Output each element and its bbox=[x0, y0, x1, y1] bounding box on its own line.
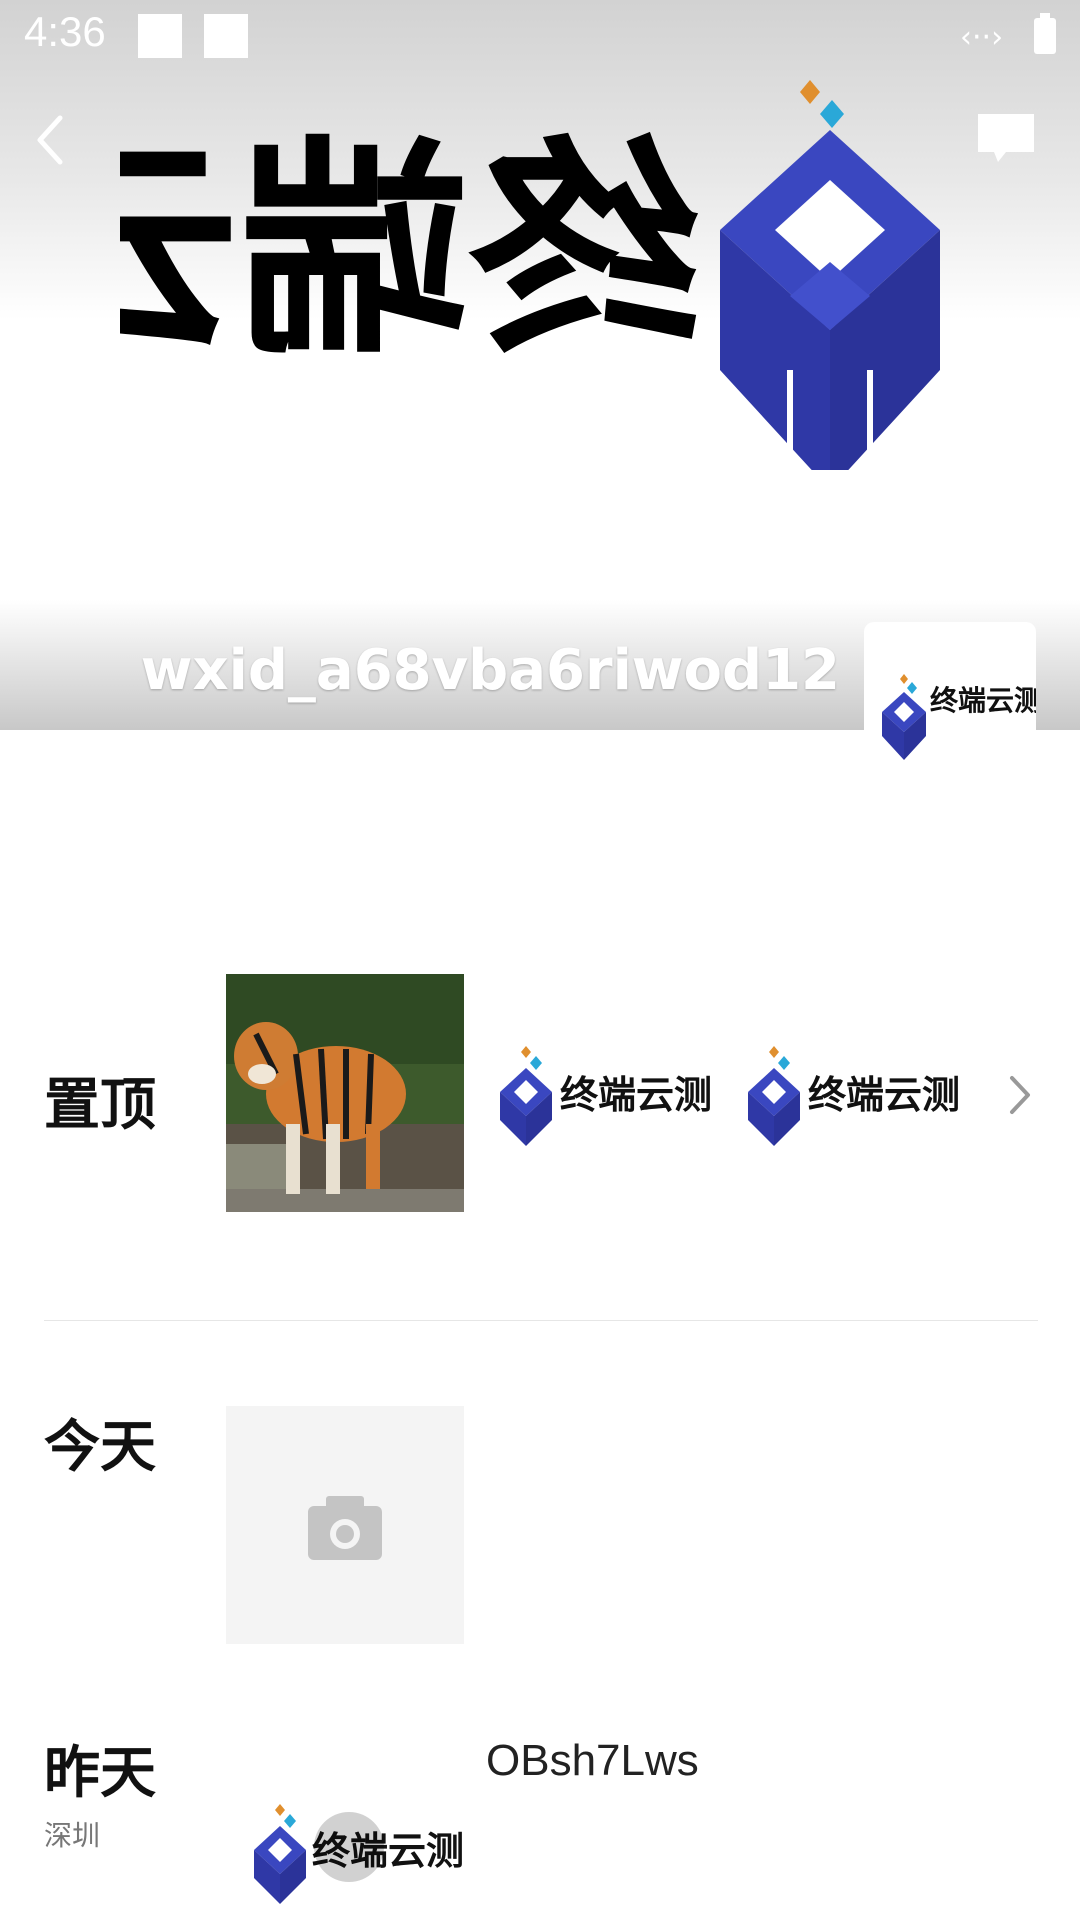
avatar-logo: 终端云测 bbox=[882, 674, 1036, 760]
status-time: 4:36 bbox=[24, 8, 106, 55]
chevron-right-icon bbox=[1010, 1076, 1030, 1114]
pinned-logo-image: 终端云测 bbox=[500, 1046, 712, 1146]
pinned-label: 置顶 bbox=[44, 1073, 156, 1138]
camera-icon bbox=[308, 1496, 382, 1560]
new-post-camera-button[interactable] bbox=[226, 1406, 464, 1644]
profile-name: wxid_a68vba6riwod12 bbox=[140, 638, 840, 703]
cover-logo-text: 终端云测 bbox=[120, 118, 700, 385]
pinned-photo-tiger[interactable] bbox=[226, 974, 464, 1212]
battery-icon bbox=[1034, 13, 1056, 54]
status-bar: 4:36 ‹··› bbox=[0, 0, 1080, 72]
yesterday-logo-image: 终端云测 bbox=[254, 1804, 464, 1904]
pinned-logo-image: 终端云测 bbox=[748, 1046, 960, 1146]
data-sync-icon: ‹··› bbox=[960, 20, 1004, 55]
notification-icon bbox=[204, 14, 248, 58]
post-text[interactable]: OBsh7Lws bbox=[486, 1736, 699, 1786]
tiger-image bbox=[226, 974, 464, 1212]
chevron-left-icon bbox=[37, 115, 63, 165]
section-divider bbox=[44, 1320, 1038, 1321]
profile-cover[interactable]: 终端云测 4:36 ‹··› wxid_a68vba6riwod12 bbox=[0, 0, 1080, 730]
message-bubble-icon bbox=[978, 114, 1034, 162]
notification-icon bbox=[138, 14, 182, 58]
message-button[interactable] bbox=[976, 112, 1036, 166]
profile-avatar[interactable]: 终端云测 bbox=[864, 622, 1036, 794]
yesterday-post-thumbnail[interactable]: 终端云测 bbox=[226, 1682, 464, 1920]
yesterday-label: 昨天 bbox=[44, 1741, 156, 1806]
today-label: 今天 bbox=[44, 1415, 156, 1480]
pinned-logo-text: 终端云测 bbox=[560, 1073, 712, 1117]
pinned-logo-post[interactable]: 终端云测 bbox=[726, 974, 964, 1212]
pinned-logo-post[interactable]: 终端云测 bbox=[478, 974, 716, 1212]
pinned-more-button[interactable] bbox=[1000, 1070, 1040, 1120]
back-button[interactable] bbox=[30, 110, 80, 170]
avatar-logo-text: 终端云测 bbox=[930, 684, 1036, 717]
video-play-icon bbox=[314, 1812, 384, 1882]
pinned-logo-text: 终端云测 bbox=[808, 1073, 960, 1117]
post-location: 深圳 bbox=[44, 1819, 101, 1852]
cover-logo: 终端云测 bbox=[120, 80, 940, 470]
